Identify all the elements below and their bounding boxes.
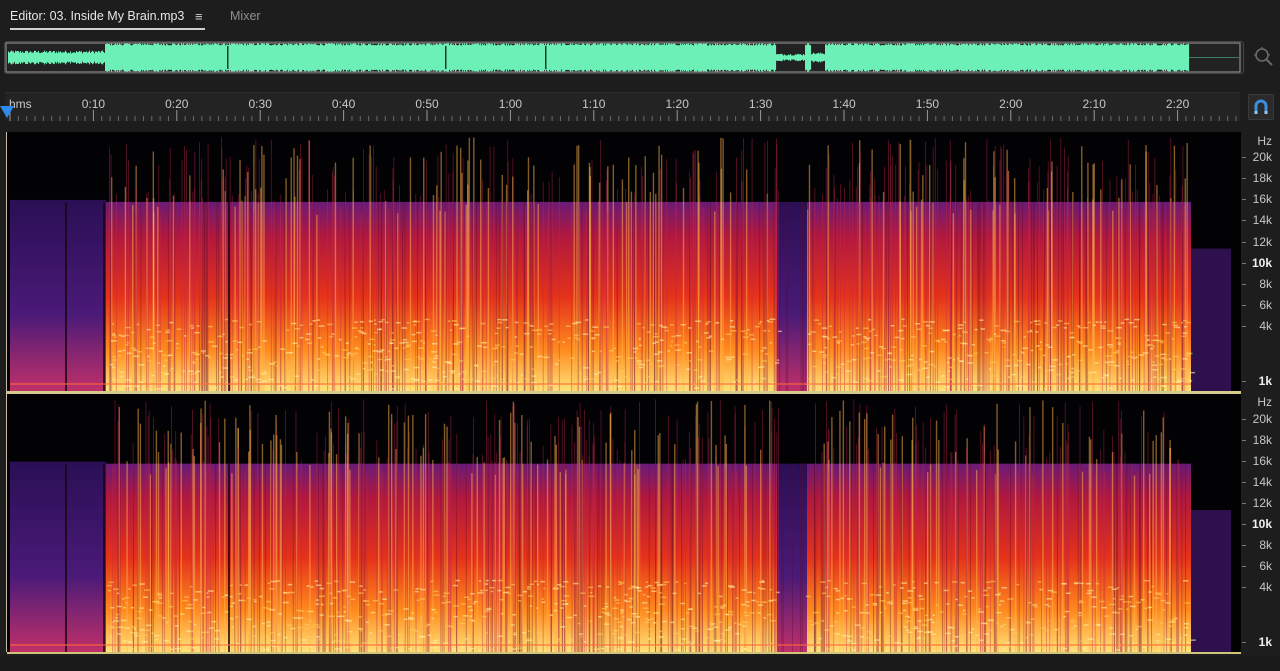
- frequency-tick-label: 14k: [1252, 475, 1272, 489]
- frequency-tick: [1242, 419, 1246, 420]
- tab-editor[interactable]: Editor: 03. Inside My Brain.mp3: [10, 9, 184, 23]
- frequency-axis-right[interactable]: Hz 20k 18k 16k 14k 12k 10k 8k 6k 4k 1k: [1242, 394, 1280, 652]
- frequency-tick-label: 10k: [1251, 255, 1272, 270]
- frequency-tick-label: 10k: [1251, 517, 1272, 531]
- frequency-tick-label: 8k: [1259, 538, 1272, 552]
- frequency-tick: [1242, 326, 1246, 327]
- frequency-tick: [1242, 545, 1246, 546]
- ruler-tick-marks: [9, 110, 1237, 121]
- spectrogram-right: [10, 399, 1231, 652]
- frequency-tick: [1242, 566, 1246, 567]
- playhead-marker[interactable]: [0, 106, 14, 118]
- frequency-tick: [1242, 503, 1246, 504]
- time-ruler[interactable]: hms 0:10 0:20 0:30 0:40 0:50 1:00 1:10 1:20 1:30…: [5, 92, 1240, 121]
- frequency-tick-label: 14k: [1252, 213, 1272, 228]
- frequency-unit-label: Hz: [1257, 395, 1272, 409]
- frequency-tick: [1242, 157, 1246, 158]
- overview-waveform[interactable]: [4, 41, 1244, 74]
- active-tab-indicator: [10, 28, 205, 30]
- frequency-tick: [1242, 587, 1246, 588]
- snap-magnet-button[interactable]: [1248, 94, 1274, 120]
- frequency-tick-label: 6k: [1259, 297, 1272, 312]
- frequency-tick-label: 20k: [1252, 150, 1272, 164]
- frequency-tick: [1242, 241, 1246, 243]
- frequency-tick: [1242, 642, 1246, 643]
- frequency-tick-label: 1k: [1258, 635, 1272, 649]
- frequency-axis-left[interactable]: Hz 20k 18k 16k 14k 12k 10k 8k 6k 4k 1k: [1242, 132, 1280, 391]
- channel-baseline: [7, 652, 1241, 654]
- overview-waveform-graphic: [5, 42, 1241, 73]
- frequency-tick-label: 12k: [1252, 496, 1272, 510]
- frequency-tick-label: 18k: [1252, 171, 1272, 186]
- frequency-tick-label: 8k: [1259, 276, 1272, 291]
- frequency-tick-label: 16k: [1252, 454, 1272, 468]
- frequency-tick: [1242, 220, 1246, 222]
- panel-tab-bar: Editor: 03. Inside My Brain.mp3 ≡ Mixer: [0, 0, 1280, 34]
- spectrogram-left: [10, 137, 1231, 391]
- spectral-display-channel-left[interactable]: [7, 132, 1241, 391]
- frequency-tick-label: 4k: [1259, 319, 1272, 333]
- frequency-unit-label: Hz: [1257, 134, 1272, 148]
- frequency-tick: [1242, 482, 1246, 483]
- snap-magnet-icon: [1254, 99, 1268, 114]
- frequency-tick: [1242, 283, 1246, 285]
- selection-start-line: [6, 132, 7, 652]
- frequency-tick-label: 6k: [1259, 559, 1272, 573]
- tab-mixer[interactable]: Mixer: [230, 9, 261, 23]
- frequency-tick: [1242, 199, 1246, 201]
- frequency-tick: [1242, 440, 1246, 441]
- panel-resize-grip[interactable]: [650, 124, 678, 136]
- frequency-tick-label: 20k: [1252, 412, 1272, 426]
- frequency-tick-label: 1k: [1258, 374, 1272, 388]
- frequency-tick: [1242, 461, 1246, 462]
- frequency-tick: [1242, 304, 1246, 306]
- frequency-tick: [1242, 178, 1246, 180]
- frequency-tick: [1242, 262, 1246, 264]
- frequency-tick: [1242, 524, 1246, 525]
- bottom-scroll-strip[interactable]: [0, 656, 1280, 671]
- frequency-tick: [1242, 381, 1246, 382]
- frequency-tick-label: 16k: [1252, 192, 1272, 207]
- zoom-icon[interactable]: [1252, 45, 1274, 67]
- frequency-tick-label: 18k: [1252, 433, 1272, 447]
- frequency-tick-label: 12k: [1252, 234, 1272, 249]
- panel-menu-icon[interactable]: ≡: [195, 9, 203, 24]
- spectral-display-channel-right[interactable]: [7, 394, 1241, 652]
- frequency-tick-label: 4k: [1259, 580, 1272, 594]
